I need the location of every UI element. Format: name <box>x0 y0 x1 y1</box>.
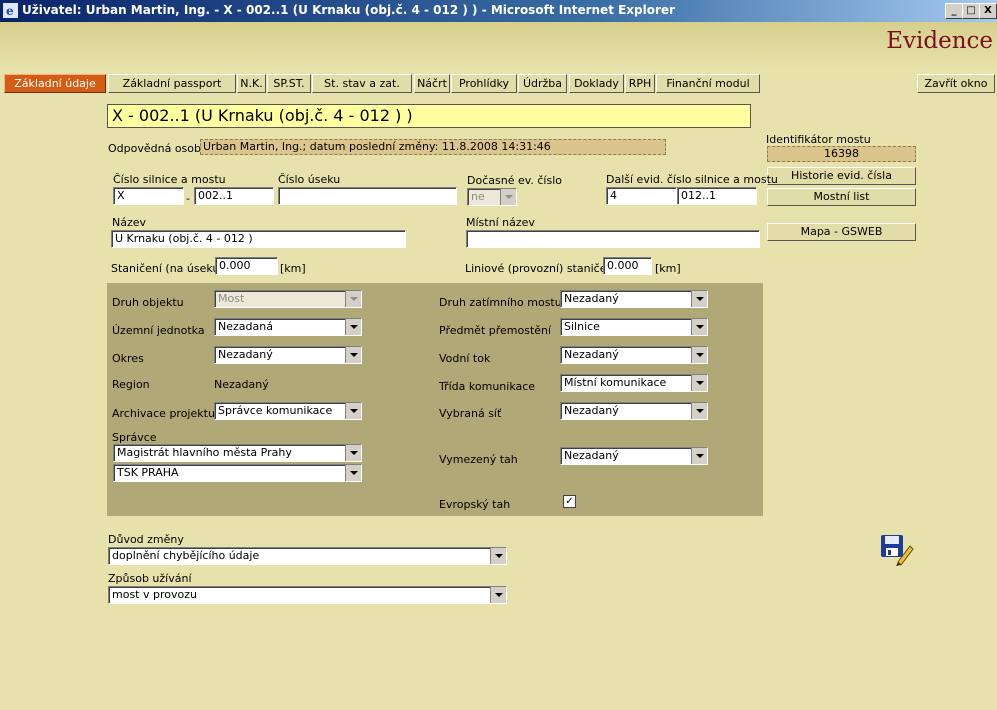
other-bridge-input[interactable]: 012..1 <box>677 187 757 205</box>
bridge-sheet-button[interactable]: Mostní list <box>767 188 916 206</box>
manager-label: Správce <box>112 431 157 444</box>
map-button[interactable]: Mapa - GSWEB <box>767 223 916 241</box>
bridge-id-label: Identifikátor mostu <box>766 133 871 146</box>
history-button[interactable]: Historie evid. čísla <box>767 167 916 185</box>
route-label: Vymezený tah <box>439 453 518 466</box>
line-chainage-label: Liniové (provozní) staničení <box>465 262 617 275</box>
temp-number-select: ne <box>467 188 517 206</box>
object-type-label: Druh objektu <box>112 296 184 309</box>
chainage-label: Staničení (na úseku) <box>111 262 224 275</box>
dropdown-arrow-icon <box>691 448 707 464</box>
other-number-label: Další evid. číslo silnice a mostu <box>606 173 778 186</box>
tab-basic-passport[interactable]: Základní passport <box>108 74 236 93</box>
load-type-label: Druh zatímního mostu <box>439 296 562 309</box>
district-select[interactable]: Nezadaný <box>214 346 362 364</box>
tab-rph[interactable]: RPH <box>625 74 655 93</box>
save-icon[interactable] <box>880 532 914 566</box>
road-number-input[interactable]: X <box>113 187 184 205</box>
bridge-id-value: 16398 <box>767 146 916 162</box>
territorial-unit-label: Územní jednotka <box>112 324 205 337</box>
dropdown-arrow-icon <box>691 375 707 391</box>
object-type-select: Most <box>214 290 362 308</box>
name-input[interactable]: U Krnaku (obj.č. 4 - 012 ) <box>111 230 406 248</box>
minimize-button[interactable]: _ <box>945 3 963 19</box>
chainage-input[interactable]: 0.000 <box>215 257 278 275</box>
archive-project-select[interactable]: Správce komunikace <box>214 402 362 420</box>
crossing-label: Předmět přemostění <box>439 324 552 337</box>
road-class-label: Třída komunikace <box>439 380 536 393</box>
tab-spst[interactable]: SP.ST. <box>267 74 311 93</box>
dropdown-arrow-icon <box>490 548 506 564</box>
dropdown-arrow-icon <box>500 189 516 205</box>
local-name-input[interactable] <box>466 230 760 248</box>
responsible-label: Odpovědná osoba <box>108 142 208 155</box>
dropdown-arrow-icon <box>345 347 361 363</box>
region-label: Region <box>112 378 150 391</box>
usage-label: Způsob užívání <box>108 572 192 585</box>
temp-number-label: Dočasné ev. číslo <box>467 174 562 187</box>
line-chainage-unit: [km] <box>655 262 681 275</box>
local-name-label: Místní název <box>466 216 535 229</box>
line-chainage-input[interactable]: 0.000 <box>603 257 652 275</box>
archive-project-label: Archivace projektu <box>112 407 215 420</box>
responsible-value: Urban Martin, Ing.; datum poslední změny… <box>200 139 666 155</box>
close-window-button[interactable]: X <box>979 3 997 19</box>
close-window-link[interactable]: Zavřít okno <box>917 74 995 93</box>
network-label: Vybraná síť <box>439 407 502 420</box>
water-select[interactable]: Nezadaný <box>560 346 708 364</box>
dropdown-arrow-icon <box>345 445 361 461</box>
change-reason-select[interactable]: doplnění chybějícího údaje <box>108 547 507 565</box>
name-label: Název <box>112 216 147 229</box>
tab-maintenance[interactable]: Údržba <box>518 74 567 93</box>
header-band <box>0 22 997 70</box>
region-value: Nezadaný <box>214 378 269 391</box>
tab-sketch[interactable]: Náčrt <box>414 74 450 93</box>
road-number-label: Číslo silnice a mostu <box>113 173 226 186</box>
crossing-select[interactable]: Silnice <box>560 318 708 336</box>
dropdown-arrow-icon <box>691 347 707 363</box>
app-brand: Evidence <box>886 28 993 54</box>
record-title: X - 002..1 (U Krnaku (obj.č. 4 - 012 ) ) <box>107 104 751 128</box>
other-road-input[interactable]: 4 <box>606 187 677 205</box>
tab-inspections[interactable]: Prohlídky <box>451 74 517 93</box>
maximize-button[interactable]: □ <box>962 3 980 19</box>
dropdown-arrow-icon <box>691 319 707 335</box>
window-title-bar: e Uživatel: Urban Martin, Ing. - X - 002… <box>0 0 997 22</box>
euro-route-label: Evropský tah <box>439 498 511 511</box>
dropdown-arrow-icon <box>490 587 506 603</box>
tab-basic-data[interactable]: Základní údaje <box>4 74 106 93</box>
internet-explorer-icon: e <box>3 3 18 18</box>
manager-sub-select[interactable]: TSK PRAHA <box>113 464 362 482</box>
usage-select[interactable]: most v provozu <box>108 586 507 604</box>
section-number-input[interactable] <box>278 187 457 205</box>
euro-route-checkbox[interactable]: ✓ <box>563 495 576 508</box>
road-number-separator: - <box>186 192 190 205</box>
load-type-select[interactable]: Nezadaný <box>560 290 708 308</box>
dropdown-arrow-icon <box>691 291 707 307</box>
dropdown-arrow-icon <box>345 319 361 335</box>
chainage-unit: [km] <box>280 262 306 275</box>
tab-finance[interactable]: Finanční modul <box>656 74 760 93</box>
section-number-label: Číslo úseku <box>278 173 341 186</box>
manager-select[interactable]: Magistrát hlavního města Prahy <box>113 444 362 462</box>
tab-state-load[interactable]: St. stav a zat. <box>312 74 412 93</box>
bridge-number-input[interactable]: 002..1 <box>194 187 274 205</box>
route-select[interactable]: Nezadaný <box>560 447 708 465</box>
water-label: Vodní tok <box>439 352 491 365</box>
territorial-unit-select[interactable]: Nezadaná <box>214 318 362 336</box>
tab-documents[interactable]: Doklady <box>569 74 624 93</box>
change-reason-label: Důvod změny <box>108 533 184 546</box>
district-label: Okres <box>112 352 144 365</box>
dropdown-arrow-icon <box>691 403 707 419</box>
network-select[interactable]: Nezadaný <box>560 402 708 420</box>
tab-nk[interactable]: N.K. <box>237 74 266 93</box>
svg-text:e: e <box>6 4 14 18</box>
window-title: Uživatel: Urban Martin, Ing. - X - 002..… <box>22 3 675 17</box>
dropdown-arrow-icon <box>345 403 361 419</box>
road-class-select[interactable]: Místní komunikace <box>560 374 708 392</box>
dropdown-arrow-icon <box>345 465 361 481</box>
dropdown-arrow-icon <box>345 291 361 307</box>
